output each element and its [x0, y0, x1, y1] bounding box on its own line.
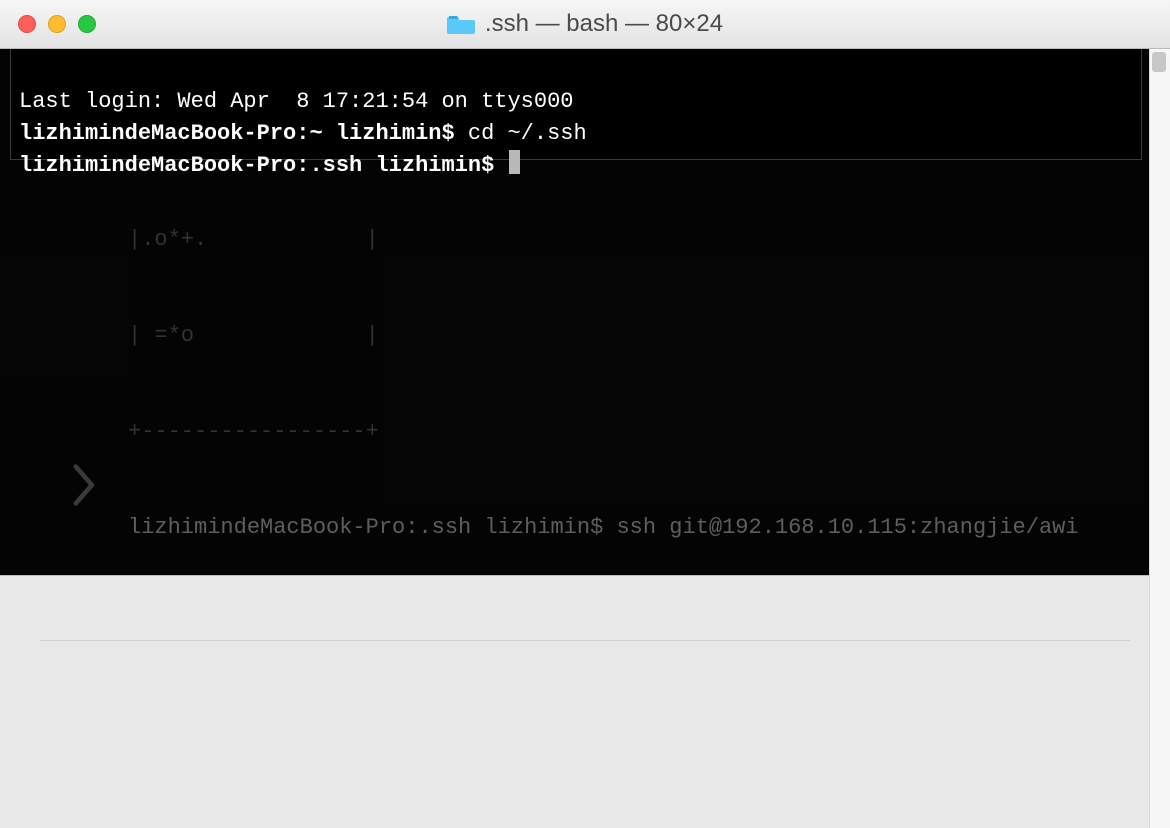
titlebar[interactable]: .ssh — bash — 80×24 [0, 0, 1170, 49]
bg-line-4: lizhimindeMacBook-Pro:.ssh lizhimin$ ssh… [128, 512, 1170, 544]
bottom-panel [0, 575, 1170, 828]
bg-line-1: |.o*+. | [128, 224, 1170, 256]
bg-line-2: | =*o | [128, 320, 1170, 352]
term-line-1: Last login: Wed Apr 8 17:21:54 on ttys00… [19, 89, 574, 114]
terminal[interactable]: Last login: Wed Apr 8 17:21:54 on ttys00… [10, 48, 1142, 160]
bottom-divider [40, 640, 1130, 641]
window-title-area: .ssh — bash — 80×24 [0, 10, 1170, 38]
bg-line-3: +-----------------+ [128, 416, 1170, 448]
folder-icon [447, 13, 475, 35]
term-cmd-1: cd ~/.ssh [468, 121, 587, 146]
window-title: .ssh — bash — 80×24 [485, 10, 723, 38]
scrollbar-thumb[interactable] [1152, 52, 1166, 72]
term-prompt-2: lizhimindeMacBook-Pro:.ssh lizhimin$ [19, 153, 507, 178]
scrollbar[interactable] [1149, 48, 1170, 828]
cursor [509, 150, 520, 174]
app-frame: |.o*+. | | =*o | +-----------------+ liz… [0, 0, 1170, 828]
term-prompt-1: lizhimindeMacBook-Pro:~ lizhimin$ [19, 121, 468, 146]
